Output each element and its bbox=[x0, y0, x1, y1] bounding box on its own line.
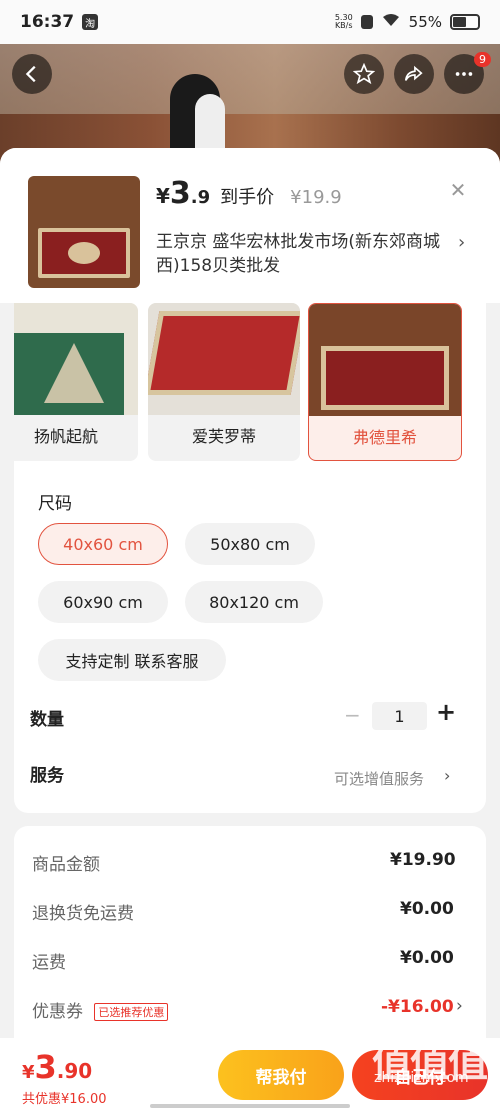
taobao-app-icon: 淘 bbox=[82, 14, 99, 30]
back-button[interactable] bbox=[12, 54, 52, 94]
favorite-button[interactable] bbox=[344, 54, 384, 94]
sku-price: ¥ 3 .9 到手价 ¥19.9 bbox=[156, 176, 342, 211]
service-value[interactable]: 可选增值服务 bbox=[334, 768, 424, 789]
delivery-address[interactable]: 王京京 盛华宏林批发市场(新东郊商城西)158贝类批发 bbox=[156, 230, 446, 278]
summary-value-coupon: -¥16.00 bbox=[381, 997, 454, 1017]
share-button[interactable] bbox=[394, 54, 434, 94]
service-label: 服务 bbox=[30, 766, 64, 786]
wifi-icon bbox=[381, 12, 401, 32]
style-option-image bbox=[14, 303, 138, 415]
battery-percent: 55% bbox=[408, 13, 442, 31]
total-price-integer: 3 bbox=[34, 1048, 57, 1086]
sku-header: ¥ 3 .9 到手价 ¥19.9 ✕ 王京京 盛华宏林批发市场(新东郊商城西)1… bbox=[0, 148, 500, 303]
status-bar: 16:37 淘 5.30 KB/s 55% bbox=[0, 0, 500, 44]
price-integer: 3 bbox=[169, 176, 191, 211]
status-time: 16:37 bbox=[20, 12, 75, 32]
size-option-80x120[interactable]: 80x120 cm bbox=[185, 581, 323, 623]
size-option-40x60[interactable]: 40x60 cm bbox=[38, 523, 168, 565]
original-price: ¥19.9 bbox=[290, 187, 342, 208]
size-section-title: 尺码 bbox=[38, 494, 72, 514]
style-option-3-selected[interactable]: 弗德里希 bbox=[308, 303, 462, 461]
style-option-label: 弗德里希 bbox=[352, 428, 417, 447]
style-option-image bbox=[148, 303, 300, 415]
back-arrow-icon bbox=[25, 65, 36, 83]
quantity-increase-button[interactable]: + bbox=[436, 698, 456, 726]
close-icon[interactable]: ✕ bbox=[446, 178, 470, 202]
network-speed: 5.30 KB/s bbox=[335, 14, 353, 30]
share-icon bbox=[404, 65, 423, 81]
home-indicator[interactable] bbox=[150, 1104, 350, 1108]
options-panel: 扬帆起航 爱芙罗蒂 弗德里希 尺码 40x60 cm 50x80 cm 60x9… bbox=[14, 303, 486, 813]
sku-thumbnail[interactable] bbox=[28, 176, 140, 288]
total-price-symbol: ¥ bbox=[22, 1062, 35, 1083]
summary-label: 退换货免运费 bbox=[32, 904, 134, 924]
price-symbol: ¥ bbox=[156, 184, 170, 208]
nfc-icon bbox=[360, 15, 373, 29]
quantity-label: 数量 bbox=[30, 710, 64, 730]
rug-graphic-red bbox=[148, 311, 300, 395]
price-label: 到手价 bbox=[220, 187, 275, 208]
style-option-label: 爱芙罗蒂 bbox=[191, 427, 256, 446]
coupon-tag: 已选推荐优惠 bbox=[94, 1003, 169, 1021]
summary-label: 商品金额 bbox=[32, 855, 100, 875]
quantity-decrease-button[interactable]: − bbox=[344, 703, 361, 727]
quantity-input[interactable]: 1 bbox=[372, 702, 427, 730]
sku-sheet: ¥ 3 .9 到手价 ¥19.9 ✕ 王京京 盛华宏林批发市场(新东郊商城西)1… bbox=[0, 148, 500, 1111]
help-pay-button[interactable]: 帮我付 bbox=[218, 1050, 344, 1100]
size-option-60x90[interactable]: 60x90 cm bbox=[38, 581, 168, 623]
battery-icon bbox=[450, 14, 480, 30]
style-option-label: 扬帆起航 bbox=[33, 427, 98, 446]
chevron-right-icon: › bbox=[444, 766, 451, 785]
summary-value-return-shipping: ¥0.00 bbox=[400, 899, 454, 919]
summary-label: 运费 bbox=[32, 953, 66, 973]
more-badge: 9 bbox=[474, 52, 491, 67]
chevron-right-icon: › bbox=[458, 232, 466, 253]
total-price: ¥ 3 .90 bbox=[22, 1048, 92, 1086]
price-decimal: .9 bbox=[190, 187, 211, 208]
style-option-2[interactable]: 爱芙罗蒂 bbox=[148, 303, 300, 461]
rug-medallion bbox=[68, 242, 100, 264]
summary-value-shipping: ¥0.00 bbox=[400, 948, 454, 968]
network-speed-unit: KB/s bbox=[334, 21, 353, 30]
more-icon bbox=[455, 72, 473, 76]
style-option-image bbox=[309, 304, 461, 416]
summary-label: 优惠券 bbox=[32, 1002, 83, 1022]
chevron-right-icon: › bbox=[456, 996, 463, 1016]
summary-value-goods: ¥19.90 bbox=[390, 850, 456, 870]
style-option-1[interactable]: 扬帆起航 bbox=[14, 303, 138, 461]
size-option-50x80[interactable]: 50x80 cm bbox=[185, 523, 315, 565]
star-icon bbox=[353, 63, 375, 85]
size-option-custom[interactable]: 支持定制 联系客服 bbox=[38, 639, 226, 681]
watermark-url: zhizhizhi.com bbox=[374, 1070, 469, 1086]
rug-graphic-persian bbox=[321, 346, 449, 410]
total-discount: 共优惠¥16.00 bbox=[22, 1092, 107, 1107]
total-price-decimal: .90 bbox=[56, 1059, 93, 1083]
